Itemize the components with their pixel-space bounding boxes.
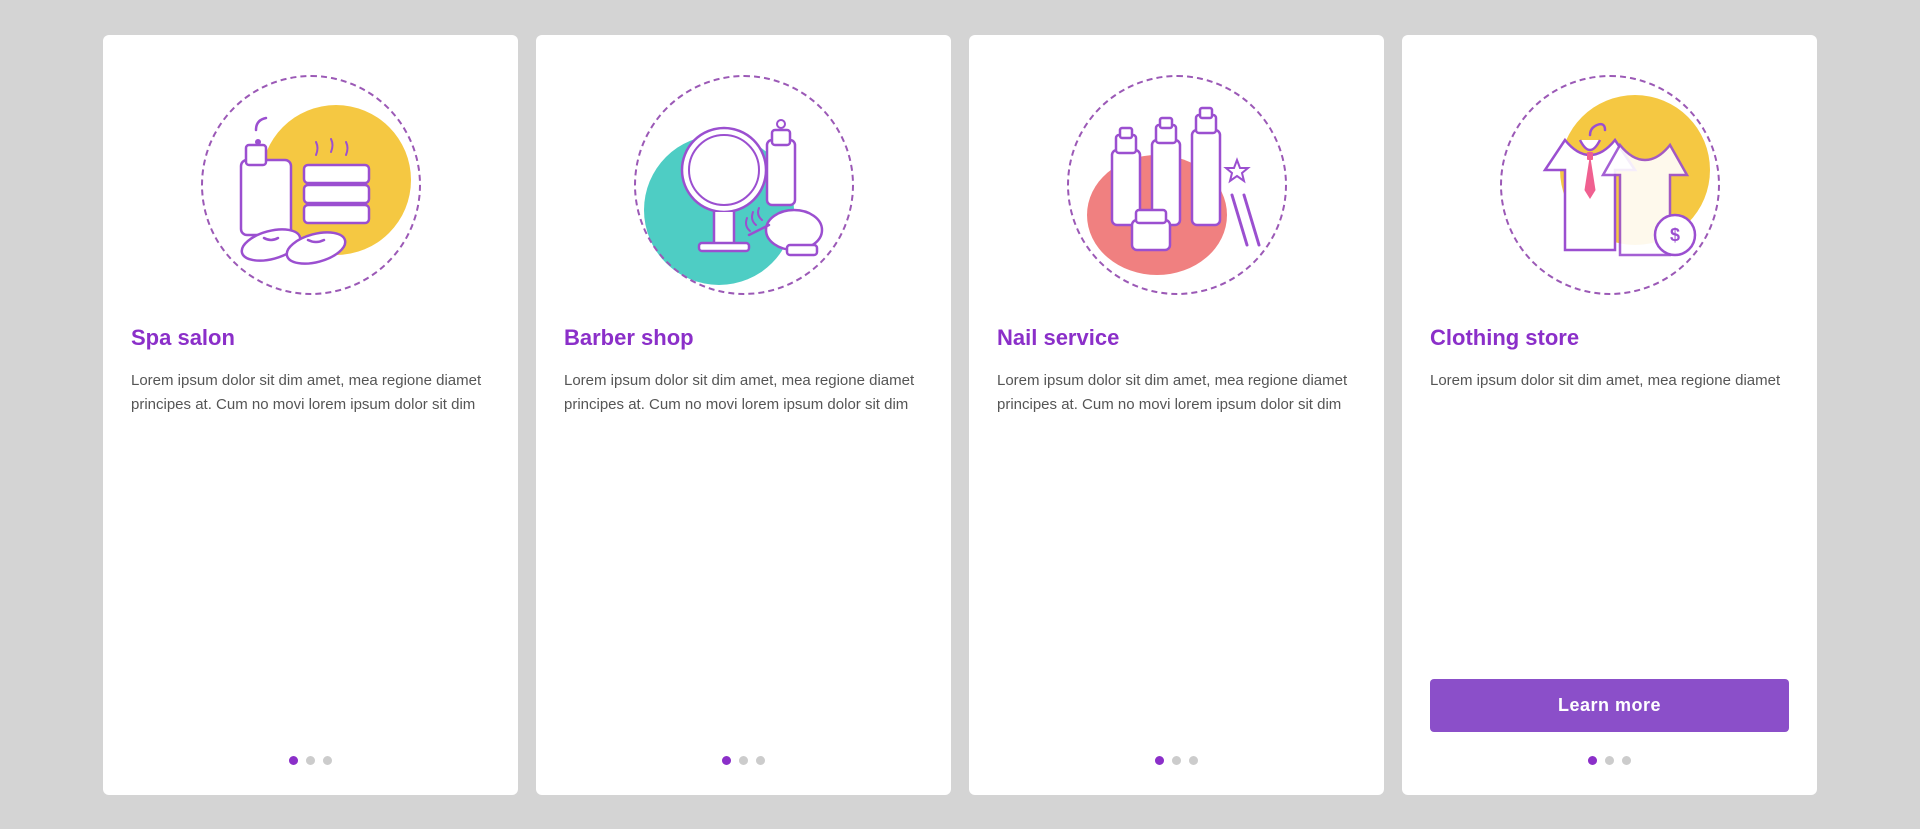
spa-illustration (191, 65, 431, 305)
dot-1 (289, 756, 298, 765)
dot-1 (1588, 756, 1597, 765)
barber-shop-dots (722, 756, 765, 765)
learn-more-button[interactable]: Learn more (1430, 679, 1789, 732)
dot-3 (1189, 756, 1198, 765)
clothing-icons: $ (1515, 90, 1705, 280)
spa-salon-text: Lorem ipsum dolor sit dim amet, mea regi… (131, 369, 490, 732)
dot-2 (1605, 756, 1614, 765)
nail-service-card: Nail service Lorem ipsum dolor sit dim a… (969, 35, 1384, 795)
dot-3 (323, 756, 332, 765)
nail-service-dots (1155, 756, 1198, 765)
dot-3 (756, 756, 765, 765)
barber-shop-card: Barber shop Lorem ipsum dolor sit dim am… (536, 35, 951, 795)
nail-illustration (1057, 65, 1297, 305)
barber-shop-title: Barber shop (564, 325, 923, 351)
spa-salon-dots (289, 756, 332, 765)
nail-icons (1082, 90, 1272, 280)
spa-salon-title: Spa salon (131, 325, 490, 351)
dot-1 (722, 756, 731, 765)
dot-1 (1155, 756, 1164, 765)
clothing-illustration: $ (1490, 65, 1730, 305)
barber-illustration (624, 65, 864, 305)
dot-2 (739, 756, 748, 765)
svg-text:$: $ (1669, 225, 1679, 245)
barber-shop-text: Lorem ipsum dolor sit dim amet, mea regi… (564, 369, 923, 732)
barber-icons (649, 90, 839, 280)
cards-container: Spa salon Lorem ipsum dolor sit dim amet… (90, 35, 1830, 795)
clothing-store-card: $ Clothing store Lorem ipsum dolor sit d… (1402, 35, 1817, 795)
clothing-store-title: Clothing store (1430, 325, 1789, 351)
dot-2 (306, 756, 315, 765)
dot-2 (1172, 756, 1181, 765)
spa-icons (216, 90, 406, 280)
nail-service-title: Nail service (997, 325, 1356, 351)
clothing-store-dots (1588, 756, 1631, 765)
nail-service-text: Lorem ipsum dolor sit dim amet, mea regi… (997, 369, 1356, 732)
dot-3 (1622, 756, 1631, 765)
spa-salon-card: Spa salon Lorem ipsum dolor sit dim amet… (103, 35, 518, 795)
clothing-store-text: Lorem ipsum dolor sit dim amet, mea regi… (1430, 369, 1789, 669)
